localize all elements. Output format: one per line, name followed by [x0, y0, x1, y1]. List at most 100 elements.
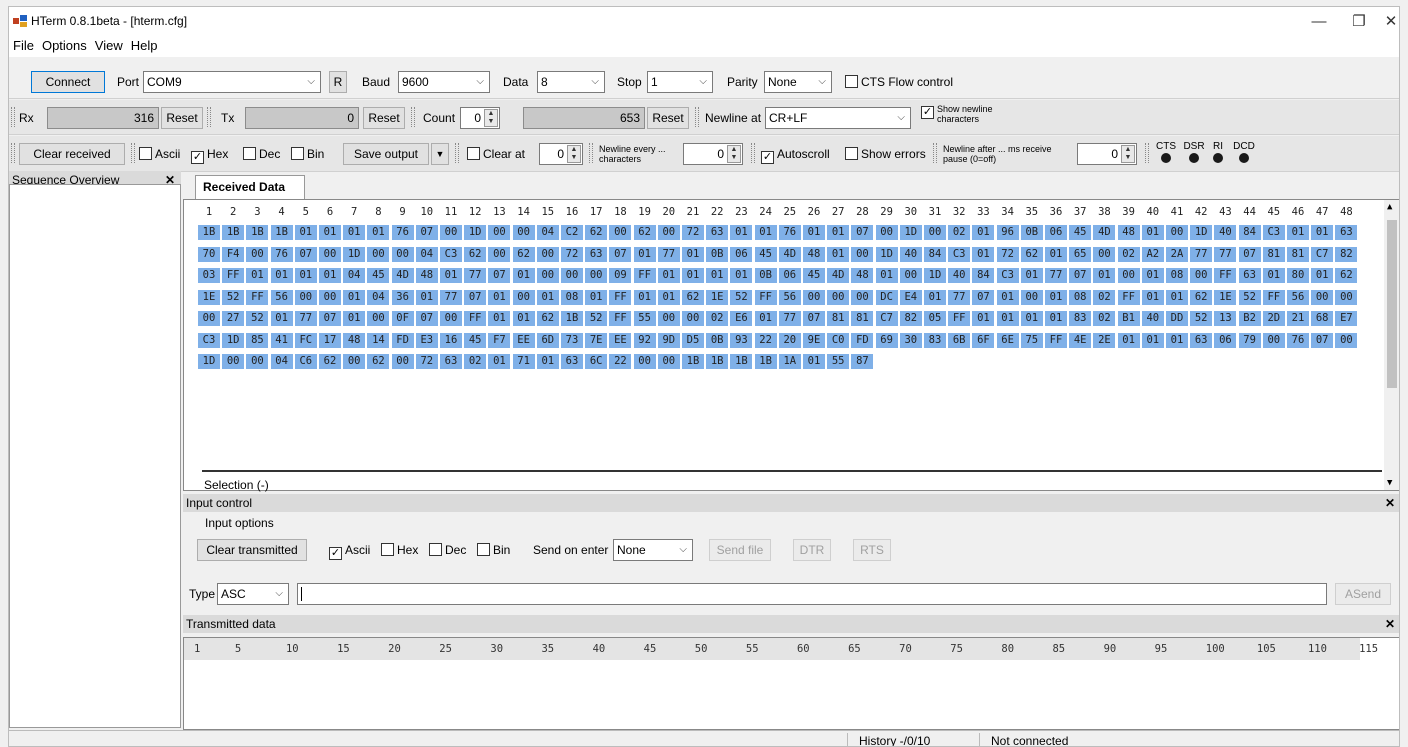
byte-cell[interactable]: 01	[270, 311, 293, 326]
byte-cell[interactable]: 01	[536, 289, 559, 305]
byte-cell[interactable]: FF	[222, 268, 245, 283]
byte-cell[interactable]: 04	[415, 246, 438, 262]
byte-cell[interactable]: 63	[440, 354, 462, 369]
byte-cell[interactable]: FF	[609, 289, 632, 305]
byte-cell[interactable]: 1B	[754, 354, 777, 369]
byte-cell[interactable]: 01	[440, 268, 462, 283]
byte-cell[interactable]: 1A	[778, 354, 801, 369]
byte-cell[interactable]: FF	[1117, 289, 1140, 305]
byte-cell[interactable]: C2	[561, 225, 583, 240]
byte-cell[interactable]: 84	[924, 246, 946, 262]
byte-cell[interactable]: 77	[657, 246, 680, 262]
byte-cell[interactable]: 01	[1311, 268, 1334, 283]
byte-cell[interactable]: A2	[1141, 246, 1164, 262]
byte-cell[interactable]: 62	[319, 354, 341, 369]
byte-cell[interactable]: 01	[270, 268, 293, 283]
byte-cell[interactable]: 62	[464, 246, 487, 262]
byte-cell[interactable]: 01	[488, 354, 511, 369]
newline-after-spinner[interactable]: 0 ▲ ▼	[1077, 143, 1137, 165]
save-output-button[interactable]: Save output	[343, 143, 429, 165]
byte-cell[interactable]: 1E	[706, 289, 729, 305]
byte-cell[interactable]: 06	[778, 268, 801, 283]
byte-cell[interactable]: 77	[440, 289, 462, 305]
byte-cell[interactable]: 76	[1287, 332, 1309, 348]
byte-cell[interactable]: 81	[1262, 246, 1285, 262]
byte-cell[interactable]: 00	[1117, 268, 1140, 283]
byte-cell[interactable]: 00	[1335, 289, 1358, 305]
byte-cell[interactable]: 1E	[1214, 289, 1237, 305]
byte-cell[interactable]: 75	[1020, 332, 1043, 348]
asend-button[interactable]: ASend	[1335, 583, 1391, 605]
byte-cell[interactable]: 68	[1311, 311, 1334, 326]
byte-cell[interactable]: C3	[1262, 225, 1285, 240]
byte-cell[interactable]: 00	[633, 354, 656, 369]
byte-cell[interactable]: 02	[1117, 246, 1140, 262]
byte-cell[interactable]: 01	[1141, 225, 1164, 240]
spinner-arrows-icon[interactable]: ▲ ▼	[727, 145, 741, 163]
byte-cell[interactable]: 81	[1287, 246, 1309, 262]
byte-cell[interactable]: 72	[682, 225, 704, 240]
menu-options[interactable]: Options	[38, 35, 91, 53]
input-hex-checkbox[interactable]: Hex	[381, 542, 418, 558]
scroll-down-icon[interactable]: ▼	[1387, 478, 1392, 488]
byte-cell[interactable]: 55	[633, 311, 656, 326]
byte-cell[interactable]: 07	[972, 289, 995, 305]
byte-cell[interactable]: 84	[1238, 225, 1261, 240]
byte-cell[interactable]: 00	[367, 246, 390, 262]
byte-cell[interactable]: 76	[391, 225, 414, 240]
byte-cell[interactable]: 9D	[657, 332, 680, 348]
byte-cell[interactable]: 01	[972, 246, 995, 262]
byte-cell[interactable]: 02	[1093, 289, 1116, 305]
byte-cell[interactable]: FD	[851, 332, 874, 348]
byte-cell[interactable]: 01	[657, 268, 680, 283]
connect-button[interactable]: Connect	[31, 71, 105, 93]
dec-checkbox[interactable]: Dec	[243, 146, 280, 162]
byte-cell[interactable]: 01	[488, 311, 511, 326]
byte-cell[interactable]: 07	[488, 268, 511, 283]
dtr-button[interactable]: DTR	[793, 539, 831, 561]
byte-cell[interactable]: 1E	[198, 289, 220, 305]
byte-cell[interactable]: 02	[948, 225, 971, 240]
tx-reset-button[interactable]: Reset	[363, 107, 405, 129]
byte-cell[interactable]: 01	[512, 268, 535, 283]
scroll-up-icon[interactable]: ▲	[1387, 202, 1392, 212]
byte-cell[interactable]: 1B	[198, 225, 220, 240]
byte-cell[interactable]: 00	[1020, 289, 1043, 305]
data-bits-select[interactable]: 8 ⌵	[537, 71, 605, 93]
byte-cell[interactable]: 52	[246, 311, 269, 326]
byte-cell[interactable]: 04	[270, 354, 293, 369]
byte-cell[interactable]: D5	[682, 332, 704, 348]
byte-cell[interactable]: 40	[1214, 225, 1237, 240]
byte-cell[interactable]: 00	[440, 311, 462, 326]
byte-cell[interactable]: 1D	[875, 246, 898, 262]
byte-cell[interactable]: 01	[1045, 311, 1067, 326]
byte-cell[interactable]: 01	[1311, 225, 1334, 240]
byte-cell[interactable]: 01	[343, 289, 366, 305]
byte-cell[interactable]: 63	[561, 354, 583, 369]
clear-at-spinner[interactable]: 0 ▲ ▼	[539, 143, 583, 165]
byte-cell[interactable]: 84	[972, 268, 995, 283]
show-errors-checkbox[interactable]: Show errors	[845, 146, 926, 162]
byte-cell[interactable]: 00	[1093, 246, 1116, 262]
byte-cell[interactable]: 07	[415, 225, 438, 240]
byte-cell[interactable]: C3	[440, 246, 462, 262]
byte-cell[interactable]: 52	[1238, 289, 1261, 305]
clear-transmitted-button[interactable]: Clear transmitted	[197, 539, 307, 561]
toolbar-grip[interactable]	[11, 107, 15, 127]
byte-cell[interactable]: FC	[294, 332, 317, 348]
byte-cell[interactable]: 6D	[536, 332, 559, 348]
byte-cell[interactable]: 45	[1069, 225, 1092, 240]
byte-cell[interactable]: 48	[415, 268, 438, 283]
byte-cell[interactable]: 04	[536, 225, 559, 240]
byte-cell[interactable]: 30	[899, 332, 922, 348]
byte-cell[interactable]: 00	[512, 289, 535, 305]
byte-cell[interactable]: 00	[391, 246, 414, 262]
byte-cell[interactable]: 62	[512, 246, 535, 262]
byte-cell[interactable]: 77	[1190, 246, 1213, 262]
byte-cell[interactable]: 01	[996, 311, 1019, 326]
byte-cell[interactable]: 0B	[706, 332, 729, 348]
byte-cell[interactable]: 6E	[996, 332, 1019, 348]
hex-checkbox[interactable]: ✓ Hex	[191, 146, 228, 164]
byte-cell[interactable]: 01	[972, 311, 995, 326]
byte-cell[interactable]: 83	[924, 332, 946, 348]
